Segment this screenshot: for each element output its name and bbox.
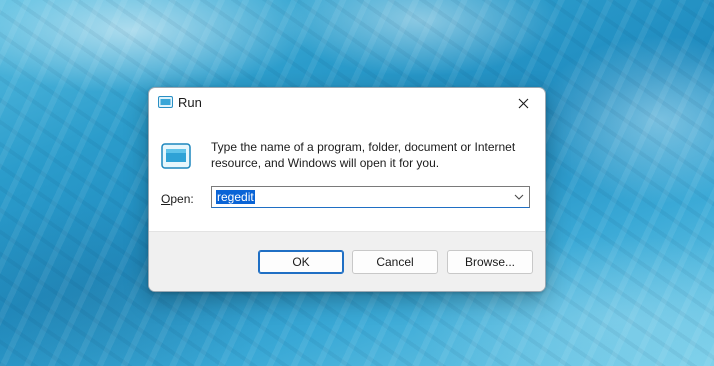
open-label-text: pen: bbox=[170, 192, 194, 206]
open-input-value[interactable]: regedit bbox=[216, 190, 255, 204]
run-dialog: Run Type the name of a program, folder, … bbox=[148, 87, 546, 292]
run-app-icon bbox=[161, 143, 191, 169]
window-title: Run bbox=[178, 95, 202, 110]
chevron-down-icon[interactable] bbox=[514, 193, 524, 201]
button-bar: OK Cancel Browse... bbox=[149, 231, 545, 291]
open-combobox[interactable]: regedit bbox=[211, 186, 530, 208]
run-app-icon bbox=[158, 96, 173, 108]
cancel-button[interactable]: Cancel bbox=[352, 250, 438, 274]
title-bar[interactable]: Run bbox=[149, 88, 545, 118]
close-button[interactable] bbox=[501, 88, 545, 118]
open-label: Open: bbox=[161, 192, 194, 206]
close-icon bbox=[518, 98, 528, 108]
prompt-description: Type the name of a program, folder, docu… bbox=[211, 140, 516, 170]
dialog-body: Type the name of a program, folder, docu… bbox=[149, 118, 545, 231]
ok-button[interactable]: OK bbox=[258, 250, 344, 274]
browse-button[interactable]: Browse... bbox=[447, 250, 533, 274]
open-label-accelerator: O bbox=[161, 192, 171, 206]
